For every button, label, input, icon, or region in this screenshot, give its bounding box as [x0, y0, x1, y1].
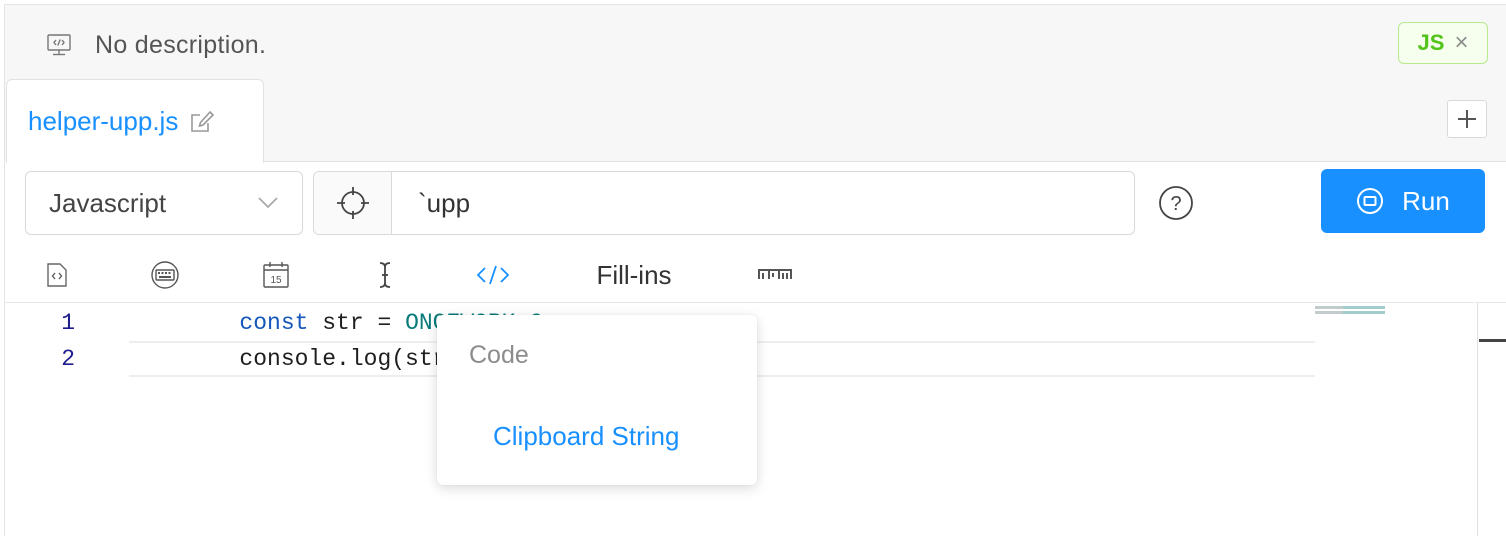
minimap[interactable] — [1315, 306, 1385, 318]
tab-fill-ins-label: Fill-ins — [596, 259, 672, 290]
npm-icon — [758, 269, 792, 281]
add-tab-button[interactable] — [1447, 100, 1487, 138]
code-line-1[interactable]: 1 const str = ONCEWORK_C — [5, 305, 543, 341]
run-icon — [1357, 188, 1384, 214]
help-icon[interactable]: ? — [1158, 185, 1194, 221]
svg-text:?: ? — [1170, 193, 1181, 215]
crosshair-button[interactable] — [314, 172, 392, 234]
crosshair-icon — [336, 187, 369, 219]
language-select[interactable]: Javascript — [25, 171, 303, 235]
editor-scrollbar[interactable] — [1477, 303, 1506, 536]
code-monitor-icon — [45, 31, 73, 59]
tab-helper-upp[interactable]: helper-upp.js — [6, 79, 264, 163]
code-file-icon — [47, 263, 67, 287]
chevron-down-icon — [258, 197, 278, 209]
run-button[interactable]: Run — [1321, 169, 1485, 233]
line-number: 1 — [61, 310, 75, 336]
snippet-editor-panel: No description. JS × helper-upp.js Javas… — [4, 4, 1506, 536]
language-select-value: Javascript — [49, 187, 167, 218]
dropdown-group-label: Code — [469, 341, 529, 369]
abbreviation-input-group — [313, 171, 1135, 235]
abbreviation-input[interactable] — [392, 172, 1134, 234]
snippet-dropdown: Code Clipboard String — [437, 315, 757, 485]
edit-icon[interactable] — [188, 109, 215, 135]
code-brackets-icon — [476, 265, 510, 285]
scrollbar-cursor-marker — [1479, 339, 1506, 342]
plus-icon — [1458, 110, 1476, 128]
language-badge-label: JS — [1417, 30, 1445, 55]
tab-fill-ins[interactable]: Fill-ins — [577, 245, 691, 305]
run-button-label: Run — [1402, 185, 1450, 216]
tab-label: helper-upp.js — [28, 106, 179, 136]
line-number: 2 — [61, 346, 75, 372]
tab-npm[interactable] — [747, 245, 803, 305]
description-row[interactable]: No description. — [45, 27, 266, 63]
tab-bar-divider — [264, 161, 1506, 162]
language-badge[interactable]: JS × — [1398, 22, 1488, 64]
code-line-2[interactable]: 2 console.log(str.toUppe — [5, 341, 543, 377]
close-icon[interactable]: × — [1454, 31, 1468, 55]
tab-code-file[interactable] — [29, 245, 85, 305]
description-text: No description. — [95, 30, 267, 59]
dropdown-item-clipboard-string[interactable]: Clipboard String — [493, 421, 679, 452]
